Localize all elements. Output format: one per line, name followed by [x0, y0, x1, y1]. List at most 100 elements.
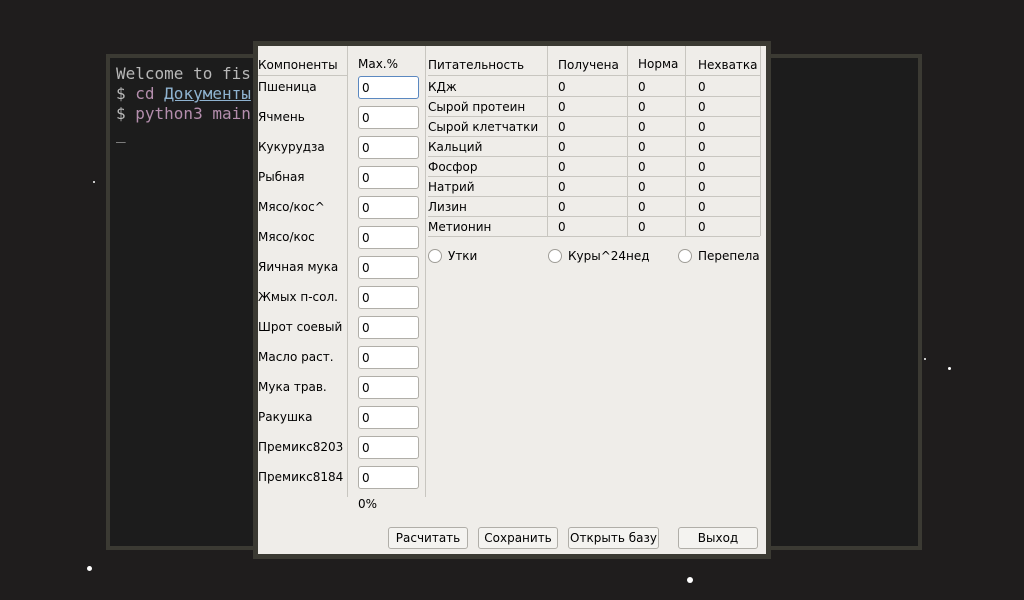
terminal-line: Welcome to fis [116, 64, 251, 83]
star [924, 358, 926, 360]
component-max-input[interactable] [358, 286, 419, 309]
nutrition-label: Натрий [428, 180, 475, 194]
component-max-input[interactable] [358, 256, 419, 279]
nutrition-value: 0 [698, 160, 706, 174]
feed-calculator-dialog: Компоненты Max.% Пшеница Ячмень Кукурудза Р… [253, 41, 771, 559]
component-max-input[interactable] [358, 406, 419, 429]
divider [428, 116, 760, 117]
star [687, 577, 693, 583]
terminal-cursor: _ [116, 124, 126, 143]
star [948, 367, 951, 370]
component-label: Ячмень [258, 110, 305, 124]
component-label: Премикс8203 [258, 440, 344, 454]
nutrition-label: Сырой протеин [428, 100, 526, 114]
nutrition-value: 0 [638, 220, 646, 234]
nutrition-label: Фосфор [428, 160, 478, 174]
nutrition-value: 0 [558, 100, 566, 114]
component-max-input[interactable] [358, 196, 419, 219]
component-label: Жмых п-сол. [258, 290, 338, 304]
radio-label[interactable]: Куры^24нед [568, 249, 650, 263]
divider [347, 46, 348, 497]
divider [428, 196, 760, 197]
divider [428, 156, 760, 157]
divider [428, 136, 760, 137]
max-percent-header: Max.% [358, 57, 399, 71]
component-label: Мясо/кос^ [258, 200, 325, 214]
divider [428, 236, 760, 237]
nutrition-header: Получена [558, 58, 619, 72]
component-max-input[interactable] [358, 376, 419, 399]
component-label: Пшеница [258, 80, 317, 94]
component-max-input[interactable] [358, 436, 419, 459]
radio-button[interactable] [678, 249, 692, 263]
calculate-button[interactable]: Расчитать [388, 527, 468, 549]
component-max-input[interactable] [358, 346, 419, 369]
nutrition-value: 0 [698, 80, 706, 94]
nutrition-value: 0 [638, 180, 646, 194]
terminal-line: $ cd Документы [116, 84, 251, 103]
nutrition-value: 0 [638, 120, 646, 134]
nutrition-value: 0 [698, 140, 706, 154]
divider [428, 75, 760, 76]
nutrition-label: Сырой клетчатки [428, 120, 539, 134]
nutrition-value: 0 [558, 220, 566, 234]
component-max-input[interactable] [358, 166, 419, 189]
nutrition-value: 0 [698, 100, 706, 114]
component-label: Мясо/кос [258, 230, 315, 244]
nutrition-value: 0 [698, 120, 706, 134]
nutrition-value: 0 [698, 180, 706, 194]
divider [760, 46, 761, 236]
nutrition-header: Нехватка [698, 58, 758, 72]
divider [428, 216, 760, 217]
nutrition-value: 0 [638, 160, 646, 174]
component-max-input[interactable] [358, 316, 419, 339]
component-label: Яичная мука [258, 260, 339, 274]
component-label: Шрот соевый [258, 320, 343, 334]
nutrition-value: 0 [638, 200, 646, 214]
radio-button[interactable] [428, 249, 442, 263]
nutrition-value: 0 [558, 80, 566, 94]
nutrition-label: Лизин [428, 200, 467, 214]
star [87, 566, 92, 571]
nutrition-header: Норма [638, 57, 679, 71]
nutrition-header: Питательность [428, 58, 525, 72]
component-max-input[interactable] [358, 226, 419, 249]
terminal-line: $ python3 main [116, 104, 251, 123]
component-max-input[interactable] [358, 466, 419, 489]
divider [428, 176, 760, 177]
nutrition-value: 0 [558, 200, 566, 214]
divider [425, 46, 426, 497]
component-label: Рыбная [258, 170, 305, 184]
nutrition-value: 0 [638, 140, 646, 154]
component-max-input[interactable] [358, 136, 419, 159]
component-max-input[interactable] [358, 76, 419, 99]
nutrition-value: 0 [638, 80, 646, 94]
total-percent: 0% [358, 497, 378, 511]
nutrition-label: Метионин [428, 220, 492, 234]
radio-label[interactable]: Утки [448, 249, 477, 263]
nutrition-value: 0 [558, 160, 566, 174]
radio-label[interactable]: Перепела [698, 249, 760, 263]
nutrition-label: Кальций [428, 140, 483, 154]
components-header: Компоненты [258, 58, 338, 72]
nutrition-value: 0 [558, 120, 566, 134]
save-button[interactable]: Сохранить [478, 527, 558, 549]
component-max-input[interactable] [358, 106, 419, 129]
open-database-button[interactable]: Открыть базу [568, 527, 659, 549]
nutrition-value: 0 [558, 180, 566, 194]
component-label: Премикс8184 [258, 470, 344, 484]
component-label: Масло раст. [258, 350, 334, 364]
exit-button[interactable]: Выход [678, 527, 758, 549]
star [93, 181, 95, 183]
component-label: Ракушка [258, 410, 313, 424]
component-label: Мука трав. [258, 380, 327, 394]
nutrition-value: 0 [638, 100, 646, 114]
nutrition-value: 0 [558, 140, 566, 154]
divider [428, 96, 760, 97]
divider [258, 75, 347, 76]
nutrition-value: 0 [698, 200, 706, 214]
radio-button[interactable] [548, 249, 562, 263]
component-label: Кукурудза [258, 140, 325, 154]
nutrition-label: КДж [428, 80, 457, 94]
nutrition-value: 0 [698, 220, 706, 234]
